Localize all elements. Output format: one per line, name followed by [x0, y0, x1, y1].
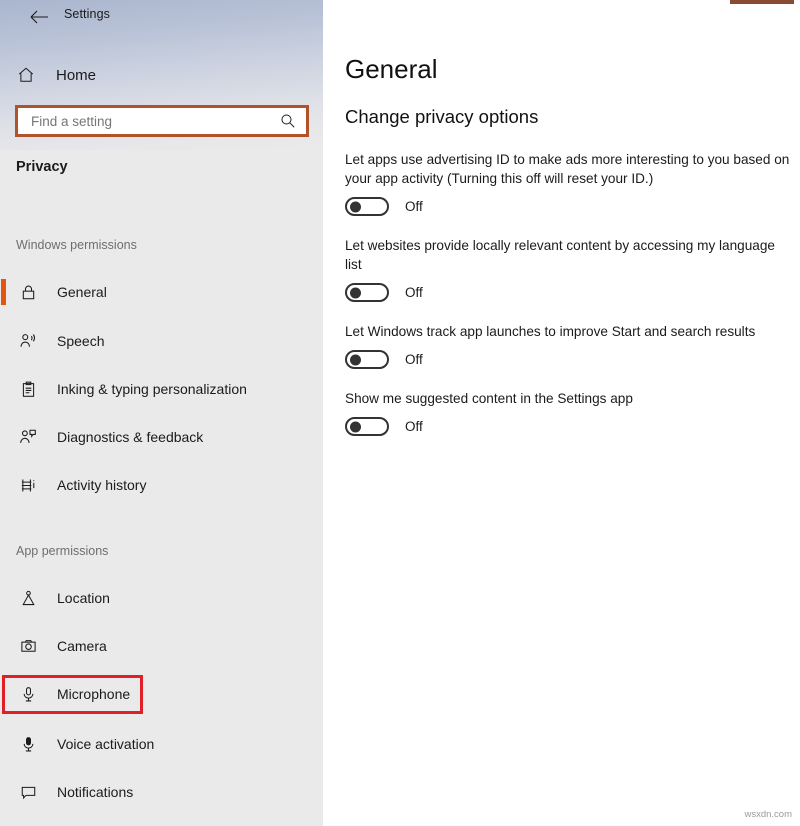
search-input[interactable] — [18, 108, 268, 134]
toggle-advertising-id[interactable] — [345, 197, 389, 216]
setting-language-list: Let websites provide locally relevant co… — [345, 236, 793, 302]
sidebar-item-label: Notifications — [57, 784, 134, 800]
selection-accent-bar — [1, 279, 6, 305]
watermark: wsxdn.com — [744, 809, 792, 820]
sidebar-item-activity-history[interactable]: Activity history — [0, 469, 323, 501]
page-title: General — [345, 54, 438, 84]
toggle-knob — [350, 421, 361, 432]
sidebar-item-label: Speech — [57, 333, 105, 349]
lock-icon — [16, 280, 40, 304]
sidebar-item-microphone[interactable]: Microphone — [0, 678, 323, 710]
microphone-icon — [16, 682, 40, 706]
toggle-track-app-launches[interactable] — [345, 350, 389, 369]
category-title: Privacy — [16, 159, 68, 175]
timeline-icon — [16, 473, 40, 497]
home-label: Home — [56, 66, 97, 84]
top-accent-bar — [730, 0, 794, 4]
sidebar-item-general[interactable]: General — [0, 276, 323, 308]
toggle-state-label: Off — [405, 352, 423, 367]
sidebar-item-voice-activation[interactable]: Voice activation — [0, 728, 323, 760]
toggle-knob — [350, 201, 361, 212]
setting-description: Let apps use advertising ID to make ads … — [345, 152, 790, 186]
speech-bubble-icon — [16, 780, 40, 804]
sidebar-item-inking-typing-personalization[interactable]: Inking & typing personalization — [0, 373, 323, 405]
setting-description: Let websites provide locally relevant co… — [345, 238, 775, 272]
sidebar-item-label: Location — [57, 590, 110, 606]
group-heading-app-permissions: App permissions — [16, 544, 109, 558]
sidebar-item-label: Camera — [57, 638, 107, 654]
window-titlebar: Settings — [0, 0, 323, 32]
sidebar-item-label: Activity history — [57, 477, 147, 493]
sidebar-item-label: Microphone — [57, 686, 131, 702]
toggle-state-label: Off — [405, 419, 423, 434]
sidebar-item-label: Voice activation — [57, 736, 155, 752]
back-arrow-icon[interactable] — [28, 6, 50, 28]
toggle-state-label: Off — [405, 199, 423, 214]
sidebar-item-speech[interactable]: Speech — [0, 325, 323, 357]
setting-advertising-id: Let apps use advertising ID to make ads … — [345, 150, 793, 216]
window-title: Settings — [64, 7, 110, 21]
clipboard-pen-icon — [16, 377, 40, 401]
camera-icon — [16, 634, 40, 658]
sidebar: Settings Home Find a setting Privacy Win… — [0, 0, 323, 826]
search-icon[interactable] — [280, 113, 296, 129]
sidebar-item-home[interactable]: Home — [0, 60, 323, 90]
sidebar-item-camera[interactable]: Camera — [0, 630, 323, 662]
sidebar-item-location[interactable]: Location — [0, 582, 323, 614]
section-title: Change privacy options — [345, 106, 539, 127]
person-speaking-icon — [16, 329, 40, 353]
person-feedback-icon — [16, 425, 40, 449]
sidebar-item-label: General — [57, 284, 107, 300]
toggle-state-label: Off — [405, 285, 423, 300]
toggle-knob — [350, 354, 361, 365]
setting-description: Show me suggested content in the Setting… — [345, 391, 633, 406]
location-pin-icon — [16, 586, 40, 610]
main-content: General Change privacy options Let apps … — [323, 0, 800, 826]
sidebar-item-diagnostics-feedback[interactable]: Diagnostics & feedback — [0, 421, 323, 453]
search-box[interactable] — [15, 105, 309, 137]
setting-suggested-content: Show me suggested content in the Setting… — [345, 389, 793, 436]
settings-window: Settings Home Find a setting Privacy Win… — [0, 0, 800, 826]
sidebar-item-notifications[interactable]: Notifications — [0, 776, 323, 808]
group-heading-windows-permissions: Windows permissions — [16, 238, 137, 252]
toggle-knob — [350, 287, 361, 298]
microphone-filled-icon — [16, 732, 40, 756]
sidebar-item-label: Diagnostics & feedback — [57, 429, 204, 445]
setting-description: Let Windows track app launches to improv… — [345, 324, 756, 339]
toggle-language-list[interactable] — [345, 283, 389, 302]
sidebar-item-label: Inking & typing personalization — [57, 381, 247, 397]
toggle-suggested-content[interactable] — [345, 417, 389, 436]
setting-track-app-launches: Let Windows track app launches to improv… — [345, 322, 793, 369]
home-icon — [14, 63, 38, 87]
